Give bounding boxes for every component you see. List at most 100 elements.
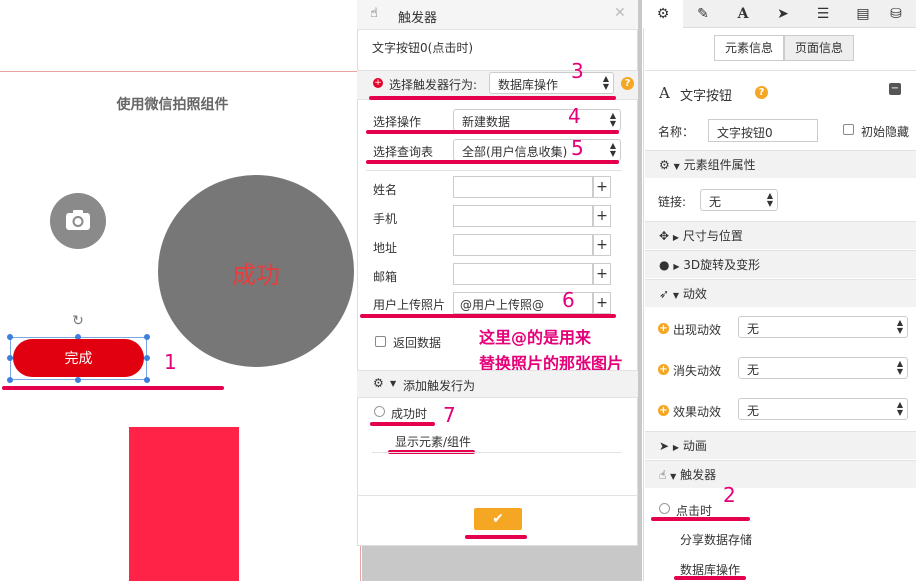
field-label-email: 邮箱	[373, 270, 398, 284]
insert-variable-button[interactable]: +	[593, 263, 611, 285]
success-action[interactable]: 显示元素/组件	[395, 433, 471, 450]
close-icon[interactable]: ✕	[614, 5, 626, 21]
behavior-label: 选择触发器行为:	[389, 78, 478, 92]
help-icon[interactable]: ?	[755, 86, 768, 99]
insert-variable-button[interactable]: +	[593, 292, 611, 314]
insert-variable-button[interactable]: +	[593, 176, 611, 198]
red-rectangle-component[interactable]	[129, 427, 239, 581]
annotation-number: 5	[571, 136, 584, 160]
camera-component[interactable]	[50, 193, 106, 249]
field-input-address[interactable]	[453, 234, 593, 256]
annotation-underline	[465, 535, 527, 539]
done-button[interactable]: 完成	[13, 339, 144, 377]
link-select-value: 无	[709, 195, 722, 209]
list-icon[interactable]: ☰	[803, 0, 843, 28]
add-behavior-label: 添加触发行为	[403, 379, 476, 393]
operation-label: 选择操作	[373, 115, 422, 129]
insert-variable-button[interactable]: +	[593, 234, 611, 256]
resize-handle[interactable]	[75, 377, 81, 383]
section-animation[interactable]: ➤ ▶ 动画	[645, 431, 916, 459]
annotation-number: 2	[723, 483, 736, 507]
globe-icon: ●	[659, 258, 670, 272]
annotation-underline	[651, 517, 750, 521]
resize-handle[interactable]	[144, 334, 150, 340]
annotation-number: 3	[571, 59, 584, 83]
section-size-position[interactable]: ✥ ▶ 尺寸与位置	[645, 221, 916, 249]
gear-icon[interactable]: ⚙	[643, 0, 683, 28]
annotation-number: 4	[568, 104, 581, 128]
resize-handle[interactable]	[7, 377, 13, 383]
query-table-select[interactable]: 全部(用户信息收集) ▲ ▼	[453, 139, 621, 161]
add-circle-icon: +	[373, 78, 383, 88]
insert-variable-button[interactable]: +	[593, 205, 611, 227]
field-label-address: 地址	[373, 241, 398, 255]
send-icon[interactable]: ➤	[763, 0, 803, 28]
return-data-checkbox[interactable]	[375, 336, 386, 347]
section-3d-rotate[interactable]: ● ▶ 3D旋转及变形	[645, 250, 916, 278]
section-label: 动效	[682, 287, 707, 301]
dialog-title: 触发器	[398, 11, 438, 26]
gear-icon: ⚙	[373, 376, 384, 390]
select-arrows-icon: ▲ ▼	[896, 359, 903, 376]
query-table-select-value: 全部(用户信息收集)	[462, 145, 568, 159]
behavior-select[interactable]: 数据库操作 ▲ ▼	[489, 72, 614, 94]
caret-down-icon: ▼	[672, 291, 680, 300]
trigger-radio-icon[interactable]	[659, 503, 670, 514]
select-arrows-icon: ▲ ▼	[896, 318, 903, 335]
caret-right-icon: ▶	[672, 233, 680, 242]
name-label: 名称：	[658, 125, 695, 139]
help-icon[interactable]: ?	[621, 77, 634, 90]
resize-handle[interactable]	[144, 377, 150, 383]
success-radio-icon[interactable]	[374, 406, 385, 417]
tab-element-info[interactable]: 元素信息	[714, 35, 784, 61]
annotation-note-line: 这里@的是用来	[479, 328, 592, 347]
add-circle-icon: +	[658, 323, 669, 334]
select-arrows-icon: ▲ ▼	[609, 111, 616, 128]
annotation-underline	[369, 96, 616, 100]
effect-select[interactable]: 无 ▲ ▼	[738, 398, 908, 420]
annotation-underline	[370, 422, 435, 426]
field-input-name[interactable]	[453, 176, 593, 198]
hide-checkbox[interactable]	[843, 124, 854, 135]
effect-label: 效果动效	[673, 405, 722, 419]
send-icon: ➤	[659, 439, 670, 453]
trigger-share-storage[interactable]: 分享数据存储	[680, 531, 752, 548]
effect-select-value: 无	[747, 322, 760, 336]
text-icon[interactable]: A	[723, 0, 763, 28]
pencil-icon[interactable]: ✎	[683, 0, 723, 28]
select-arrows-icon: ▲ ▼	[896, 400, 903, 417]
success-label: 成功时	[391, 407, 428, 421]
hand-pointer-icon: ☝	[370, 6, 378, 21]
select-arrows-icon: ▲ ▼	[766, 191, 773, 208]
name-input[interactable]: 文字按钮0	[708, 119, 818, 142]
divider	[645, 70, 916, 71]
caret-right-icon: ▶	[672, 443, 680, 452]
effect-select[interactable]: 无 ▲ ▼	[738, 357, 908, 379]
database-icon[interactable]: ⛁	[876, 0, 916, 28]
tab-page-info[interactable]: 页面信息	[784, 35, 854, 61]
gear-icon: ⚙	[659, 158, 670, 172]
field-input-email[interactable]	[453, 263, 593, 285]
operation-select-value: 新建数据	[462, 115, 511, 129]
confirm-button[interactable]: ✔	[474, 508, 522, 530]
caret-down-icon: ▼	[670, 472, 677, 481]
field-input-phone[interactable]	[453, 205, 593, 227]
collapse-icon[interactable]: −	[889, 83, 901, 95]
success-circle-text: 成功	[232, 261, 280, 289]
canvas-title: 使用微信拍照组件	[116, 97, 229, 113]
resize-handle[interactable]	[7, 334, 13, 340]
query-table-label: 选择查询表	[373, 145, 434, 159]
annotation-underline	[366, 130, 619, 134]
section-element-attributes[interactable]: ⚙ ▼ 元素组件属性	[645, 150, 916, 178]
section-label: 动画	[682, 439, 707, 453]
operation-select[interactable]: 新建数据 ▲ ▼	[453, 109, 621, 131]
caret-right-icon: ▶	[673, 262, 680, 271]
link-select[interactable]: 无 ▲ ▼	[700, 189, 778, 211]
section-effects[interactable]: ➶ ▼ 动效	[645, 279, 916, 307]
rotate-icon[interactable]: ↻	[70, 313, 86, 329]
effect-select[interactable]: 无 ▲ ▼	[738, 316, 908, 338]
add-behavior-section[interactable]	[357, 370, 638, 398]
resize-handle[interactable]	[144, 355, 150, 361]
section-trigger[interactable]: ☝ ▼ 触发器	[645, 460, 916, 488]
divider	[357, 495, 638, 496]
